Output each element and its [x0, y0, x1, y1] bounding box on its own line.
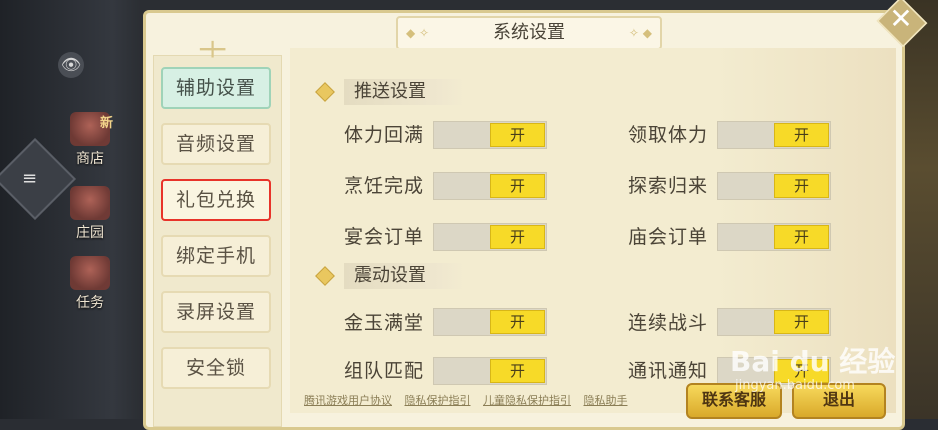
toggle-jinyu[interactable]: 开	[433, 308, 547, 336]
setting-label: 体力回满	[344, 124, 425, 146]
section-vibrate-header: 震动设置	[315, 263, 518, 289]
link-child-privacy[interactable]: 儿童隐私保护指引	[483, 394, 571, 407]
section-push-header: 推送设置	[315, 79, 518, 105]
watermark-logo: Bai du 经验	[730, 345, 896, 378]
setting-label: 探索归来	[628, 175, 709, 197]
toggle-knob: 开	[490, 174, 545, 198]
setting-label: 庙会订单	[628, 226, 709, 248]
toggle-knob: 开	[490, 225, 545, 249]
link-privacy-assistant[interactable]: 隐私助手	[584, 394, 628, 407]
toggle-knob: 开	[774, 174, 829, 198]
toggle-claim-stamina[interactable]: 开	[717, 121, 831, 149]
toggle-cooking-done[interactable]: 开	[433, 172, 547, 200]
footer-links: 腾讯游戏用户协议 隐私保护指引 儿童隐私保护指引 隐私助手	[304, 392, 637, 408]
link-privacy-guide[interactable]: 隐私保护指引	[405, 394, 471, 407]
toggle-continuous-battle[interactable]: 开	[717, 308, 831, 336]
setting-label: 金玉满堂	[344, 312, 425, 334]
setting-label: 通讯通知	[628, 360, 709, 382]
toggle-knob: 开	[490, 359, 545, 383]
setting-label: 宴会订单	[344, 226, 425, 248]
toggle-knob: 开	[774, 123, 829, 147]
section-push-title: 推送设置	[354, 81, 426, 102]
watermark-url: jingyan.baidu.com	[735, 378, 855, 393]
setting-label: 组队匹配	[344, 360, 425, 382]
toggle-fair-order[interactable]: 开	[717, 223, 831, 251]
toggle-knob: 开	[490, 123, 545, 147]
toggle-stamina-full[interactable]: 开	[433, 121, 547, 149]
toggle-banquet-order[interactable]: 开	[433, 223, 547, 251]
toggle-knob: 开	[774, 225, 829, 249]
toggle-team-match[interactable]: 开	[433, 357, 547, 385]
link-user-agreement[interactable]: 腾讯游戏用户协议	[304, 394, 392, 407]
setting-label: 烹饪完成	[344, 175, 425, 197]
toggle-knob: 开	[490, 310, 545, 334]
toggle-knob: 开	[774, 310, 829, 334]
section-vibrate-title: 震动设置	[354, 265, 426, 286]
diamond-icon	[315, 82, 335, 102]
diamond-icon	[315, 266, 335, 286]
setting-label: 连续战斗	[628, 312, 709, 334]
toggle-explore-return[interactable]: 开	[717, 172, 831, 200]
setting-label: 领取体力	[628, 124, 709, 146]
